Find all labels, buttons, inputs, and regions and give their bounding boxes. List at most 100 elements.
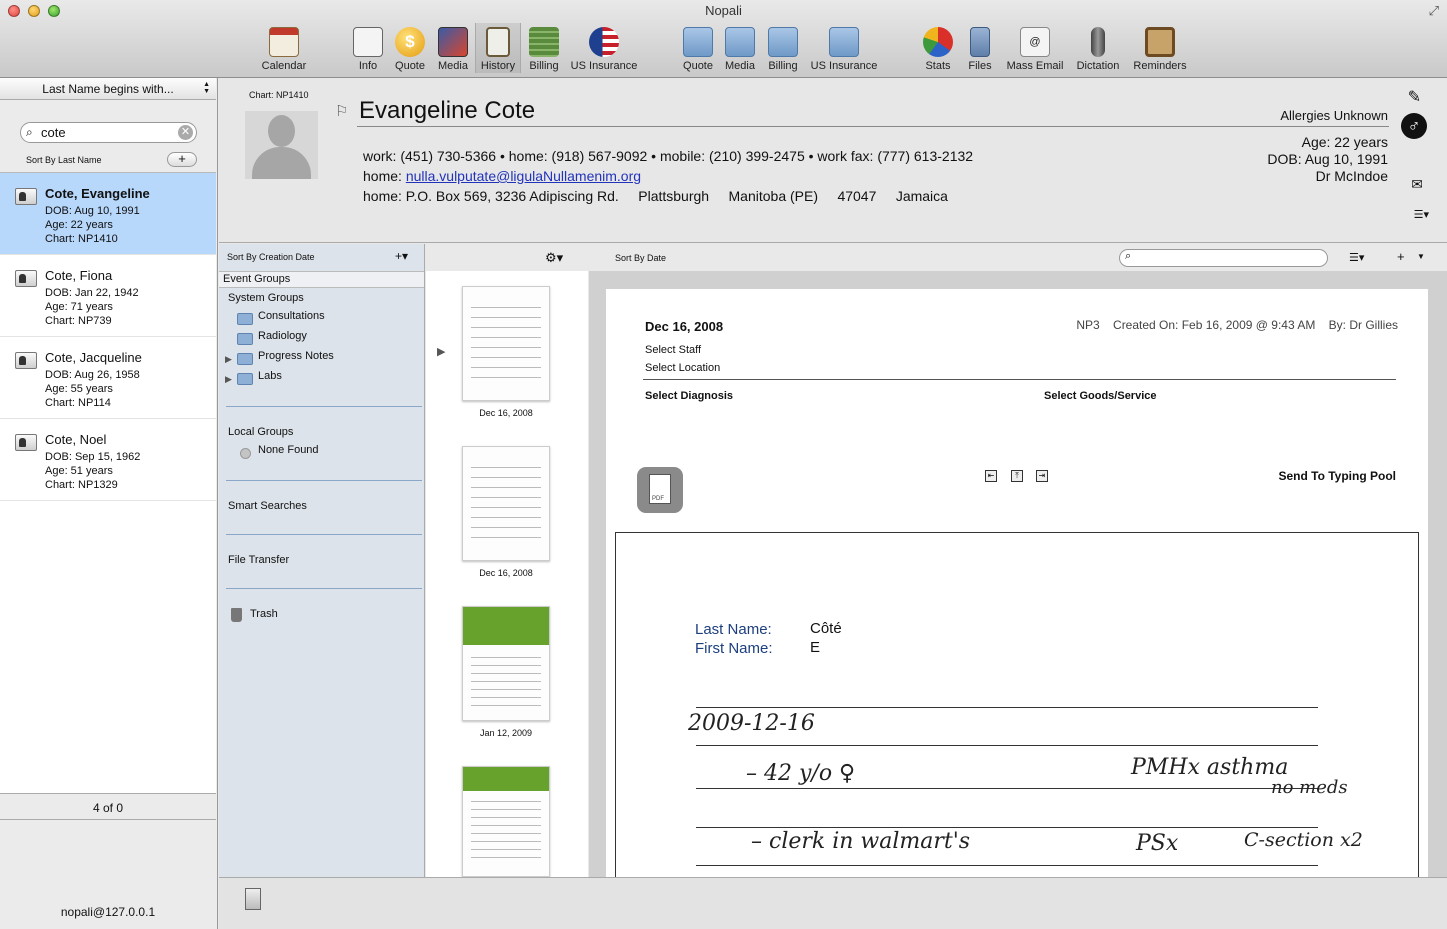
toolbar-history[interactable]: History [475,23,521,73]
disclosure-triangle-icon[interactable]: ▶ [225,354,232,365]
ruled-line [696,745,1318,746]
patient-age-header: Age: 22 years [1301,134,1388,150]
toolbar-dictation[interactable]: Dictation [1072,27,1124,72]
select-staff[interactable]: Select Staff [645,344,701,356]
disclosure-triangle-icon[interactable]: ▶ [225,374,232,385]
document-search-field[interactable]: ⌕ [1119,249,1328,267]
patient-list-item[interactable]: Cote, Jacqueline DOB: Aug 26, 1958 Age: … [0,337,216,419]
patient-list-item[interactable]: Cote, Noel DOB: Sep 15, 1962 Age: 51 yea… [0,419,216,501]
ruled-line [696,707,1318,708]
toolbar-label: Files [968,60,992,72]
handwriting-meds: no meds [1271,777,1348,798]
sort-by-last-name[interactable]: Sort By Last Name [26,155,102,165]
group-progress-notes[interactable]: Progress Notes [258,350,334,362]
media-icon [438,27,468,57]
toolbar-mass-email[interactable]: @ Mass Email [1004,27,1066,72]
play-arrow-icon[interactable]: ▶ [437,345,445,358]
header-menu-icon[interactable]: ☰▾ [1414,208,1429,221]
patient-dob: DOB: Sep 15, 1962 [45,451,141,463]
patient-name: Cote, Jacqueline [45,350,142,365]
folder-icon [237,373,253,385]
toolbar-info[interactable]: Info [350,27,386,72]
toolbar-folder-quote[interactable]: Quote [680,27,716,72]
toolbar-stats[interactable]: Stats [920,27,956,72]
patient-email-link[interactable]: nulla.vulputate@ligulaNullamenim.org [406,168,641,184]
sort-by-date[interactable]: Sort By Date [615,253,666,263]
filter-label: Last Name begins with... [42,82,174,96]
divider [226,534,422,535]
toolbar-calendar[interactable]: Calendar [256,27,312,72]
handwriting-pmhx: PMHx asthma [1131,755,1289,780]
file-transfer[interactable]: File Transfer [228,554,289,566]
thumbnail-strip: ▶ Dec 16, 2008 Dec 16, 2008 Jan 12, 2009 [426,271,588,877]
patient-search-value[interactable]: cote [41,125,66,140]
gear-icon[interactable]: ⚙▾ [545,250,563,266]
avatar[interactable] [245,111,318,179]
patient-header: Chart: NP1410 ⚐ Evangeline Cote Allergie… [219,78,1447,243]
toolbar-folder-insurance[interactable]: US Insurance [807,27,881,72]
envelope-icon[interactable]: ✉ [1411,176,1423,193]
patient-full-name: Evangeline Cote [359,97,536,124]
fullscreen-icon[interactable]: ⤢ [1429,3,1439,19]
empty-indicator-icon [240,448,251,459]
smart-searches[interactable]: Smart Searches [228,500,307,512]
patient-dob: DOB: Jan 22, 1942 [45,287,139,299]
pdf-icon[interactable] [637,467,683,513]
folder-media-icon [725,27,755,57]
thumbnail-date: Dec 16, 2008 [479,568,533,578]
patient-search-field[interactable]: ⌕ cote ✕ [20,122,197,143]
patient-doctor: Dr McIndoe [1315,168,1388,184]
event-groups-header[interactable]: Event Groups [219,271,424,288]
toolbar-reminders[interactable]: Reminders [1130,27,1190,72]
last-page-icon[interactable]: ⇥ [1036,470,1048,482]
group-consultations[interactable]: Consultations [258,310,325,322]
document-thumbnail[interactable] [462,446,550,561]
scan-first-name-label: First Name: [695,640,773,657]
search-icon: ⌕ [26,125,33,139]
select-goods-service[interactable]: Select Goods/Service [1044,390,1157,402]
first-page-icon[interactable]: ⇤ [985,470,997,482]
toolbar-files[interactable]: Files [962,27,998,72]
divider [226,480,422,481]
patient-name: Cote, Noel [45,432,107,447]
patient-card-icon [15,188,37,205]
group-radiology[interactable]: Radiology [258,330,307,342]
toolbar-billing[interactable]: Billing [525,27,563,72]
toolbar-media[interactable]: Media [435,27,471,72]
toolbar-folder-billing[interactable]: Billing [764,27,802,72]
document-thumbnail[interactable] [462,606,550,721]
toolbar-us-insurance[interactable]: US Insurance [567,27,641,72]
archive-icon[interactable] [245,888,261,910]
send-to-typing-pool-button[interactable]: Send To Typing Pool [1278,469,1396,483]
clear-search-icon[interactable]: ✕ [178,125,193,140]
search-icon: ⌕ [1125,250,1132,262]
add-patient-button[interactable]: + [167,152,197,167]
allergies-status[interactable]: Allergies Unknown [1280,108,1388,123]
add-menu-arrow-icon[interactable]: ▼ [1417,252,1425,261]
last-name-filter-select[interactable]: Last Name begins with... ▲ ▼ [0,78,216,100]
edit-pencil-icon[interactable]: ✎ [1408,87,1421,107]
patient-list-item[interactable]: Cote, Evangeline DOB: Aug 10, 1991 Age: … [0,173,216,255]
sort-by-creation-date[interactable]: Sort By Creation Date [227,252,315,262]
view-options-icon[interactable]: ☰▾ [1349,251,1364,264]
top-page-icon[interactable]: ⤒ [1011,470,1023,482]
patient-list-item[interactable]: Cote, Fiona DOB: Jan 22, 1942 Age: 71 ye… [0,255,216,337]
flag-icon[interactable]: ⚐ [335,102,348,120]
toolbar-label: Quote [395,60,425,72]
document-thumbnail[interactable] [462,766,550,877]
select-location[interactable]: Select Location [645,362,720,374]
result-count: 4 of 0 [0,796,216,820]
toolbar-label: Calendar [261,60,307,72]
group-labs[interactable]: Labs [258,370,282,382]
add-document-button[interactable]: + [1397,249,1405,264]
add-group-button[interactable]: +▾ [395,249,408,263]
document-date: Dec 16, 2008 [645,319,724,334]
window-toolbar: Nopali ⤢ Calendar Info $ Quote Media His… [0,0,1447,78]
trash-group[interactable]: Trash [250,608,278,620]
toolbar-quote[interactable]: $ Quote [392,27,428,72]
toolbar-folder-media[interactable]: Media [722,27,758,72]
document-thumbnail[interactable] [462,286,550,401]
select-diagnosis[interactable]: Select Diagnosis [645,390,733,402]
toolbar-label: Dictation [1076,60,1120,72]
groups-panel: Sort By Creation Date +▾ Event Groups Sy… [219,244,425,877]
